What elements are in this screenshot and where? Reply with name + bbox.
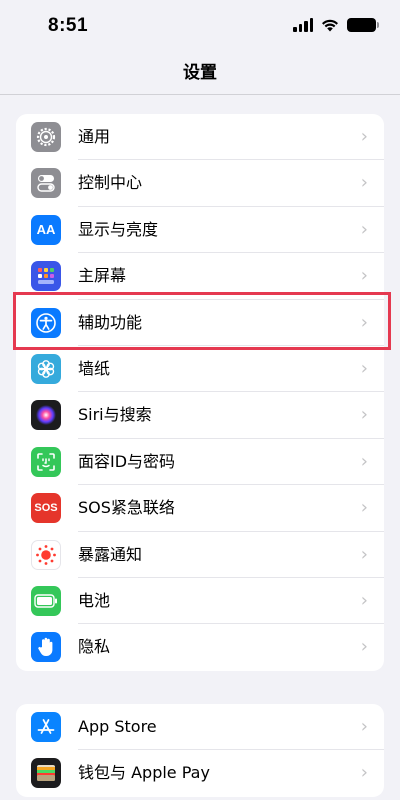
chevron-right-icon: › [360, 357, 368, 379]
page-title: 设置 [183, 63, 217, 83]
flower-icon [31, 353, 61, 384]
row-label: 隐私 [78, 637, 111, 657]
app-store-icon [31, 712, 61, 742]
row-label: 暴露通知 [78, 544, 143, 564]
settings-row-display[interactable]: AA 显示与亮度 › [16, 207, 384, 254]
sos-icon: SOS [31, 493, 61, 524]
settings-row-home-screen[interactable]: 主屏幕 › [16, 253, 384, 300]
siri-icon [31, 400, 61, 431]
settings-row-accessibility[interactable]: 辅助功能 › [16, 300, 384, 346]
settings-row-emergency-sos[interactable]: SOS SOS紧急联络 › [16, 485, 384, 532]
settings-row-face-id[interactable]: 面容ID与密码 › [16, 439, 384, 486]
accessibility-icon [31, 307, 61, 338]
home-screen-grid-icon [31, 261, 61, 292]
row-label: 辅助功能 [78, 312, 143, 332]
chevron-right-icon: › [360, 126, 368, 147]
exposure-notification-icon [31, 539, 61, 570]
settings-row-wallpaper[interactable]: 墙纸 › [16, 346, 384, 393]
hand-icon [31, 632, 61, 663]
chevron-right-icon: › [360, 218, 368, 240]
row-label: 墙纸 [78, 358, 111, 378]
status-time: 8:51 [48, 15, 89, 36]
wifi-icon [322, 19, 338, 32]
face-id-icon [31, 446, 61, 477]
row-label: 面容ID与密码 [78, 451, 176, 471]
settings-row-siri-search[interactable]: Siri与搜索 › [16, 392, 384, 439]
toggles-icon [31, 168, 61, 199]
chevron-right-icon: › [360, 404, 368, 426]
chevron-right-icon: › [360, 636, 368, 658]
battery-status-icon [347, 18, 379, 32]
settings-row-wallet[interactable]: 钱包与 Apple Pay › [16, 750, 384, 796]
chevron-right-icon: › [360, 589, 368, 611]
row-label: 控制中心 [78, 173, 143, 193]
gear-icon [31, 122, 61, 152]
chevron-right-icon: › [360, 762, 368, 784]
settings-row-exposure-notifications[interactable]: 暴露通知 › [16, 532, 384, 578]
chevron-right-icon: › [360, 265, 368, 287]
settings-group-store: App Store › 钱包与 Apple Pay › [16, 704, 384, 797]
chevron-right-icon: › [360, 172, 368, 194]
settings-row-privacy[interactable]: 隐私 › [16, 624, 384, 670]
row-label: App Store [78, 717, 157, 736]
row-label: 钱包与 Apple Pay [78, 763, 210, 783]
status-bar: 8:51 [0, 0, 400, 52]
status-icons [293, 18, 379, 32]
row-label: 通用 [78, 127, 111, 146]
row-label: 主屏幕 [78, 266, 127, 286]
settings-row-general[interactable]: 通用 › [16, 114, 384, 161]
chevron-right-icon: › [360, 311, 368, 333]
chevron-right-icon: › [360, 543, 368, 565]
chevron-right-icon: › [360, 450, 368, 472]
settings-row-control-center[interactable]: 控制中心 › [16, 160, 384, 207]
chevron-right-icon: › [360, 497, 368, 519]
text-size-icon: AA [31, 214, 61, 245]
settings-row-battery[interactable]: 电池 › [16, 578, 384, 625]
row-label: SOS紧急联络 [78, 498, 175, 518]
row-label: Siri与搜索 [78, 405, 152, 425]
wallet-icon [31, 758, 61, 789]
battery-icon [31, 585, 61, 616]
row-label: 显示与亮度 [78, 219, 159, 239]
settings-group-main: 通用 › 控制中心 › AA 显示与亮度 › 主屏幕 › 辅助功能 › 墙纸 ›… [16, 114, 384, 671]
cellular-signal-icon [293, 18, 313, 32]
nav-divider [0, 94, 400, 95]
row-label: 电池 [78, 590, 111, 610]
settings-row-app-store[interactable]: App Store › [16, 704, 384, 751]
chevron-right-icon: › [360, 716, 368, 737]
